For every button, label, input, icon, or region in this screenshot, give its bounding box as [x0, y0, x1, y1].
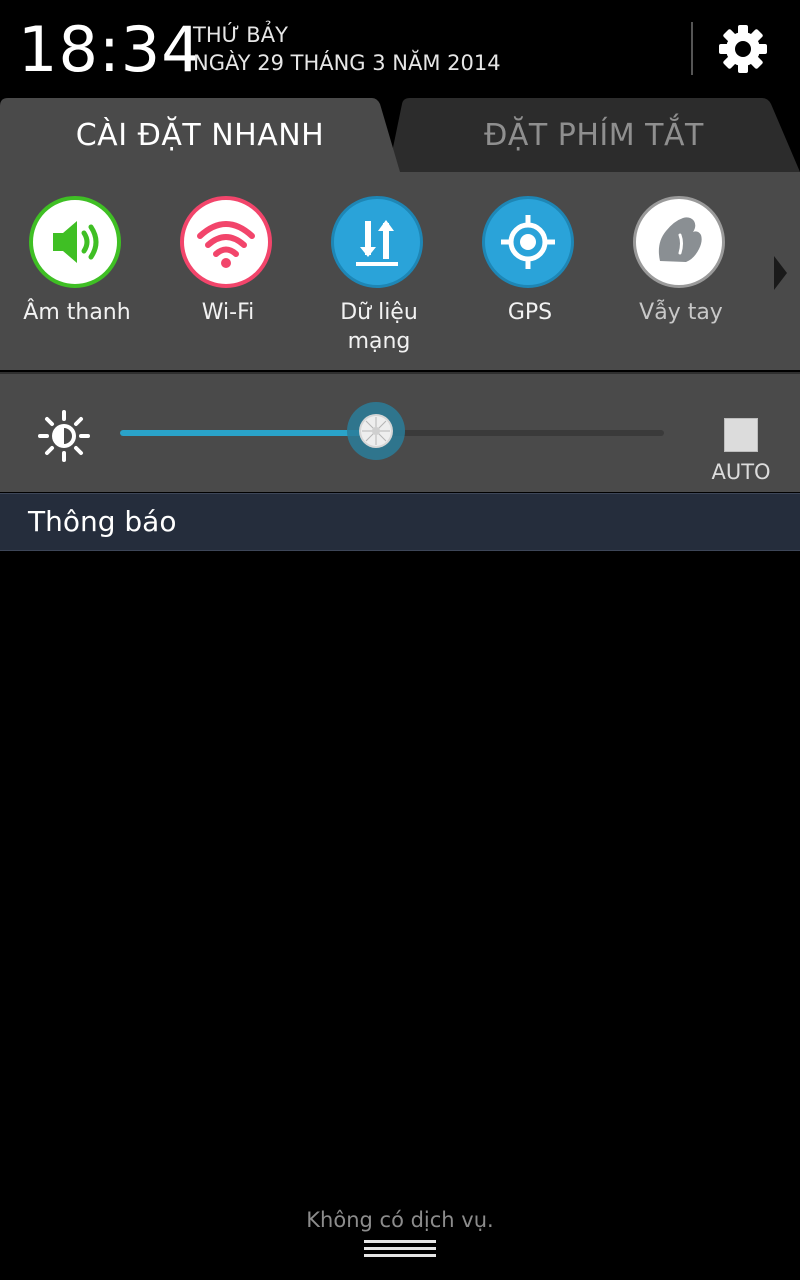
- day-of-week: THỨ BẢY: [193, 23, 288, 47]
- toggle-mobile-data[interactable]: Dữ liệu mạng: [304, 194, 454, 364]
- hand-wave-toggle-circle: [633, 196, 725, 288]
- toggle-gps[interactable]: GPS: [455, 194, 605, 364]
- mobile-data-label: Dữ liệu mạng: [304, 298, 454, 356]
- quick-settings-panel: Âm thanh Wi-Fi Dữ liệu mạng GPS Vẫy tay: [0, 172, 800, 370]
- mobile-data-toggle-circle: [331, 196, 423, 288]
- tab-shortcuts-label: ĐẶT PHÍM TẮT: [484, 117, 704, 153]
- mobile-data-label-line-1: Dữ liệu: [340, 300, 418, 325]
- drag-handle-line: [364, 1254, 436, 1257]
- brightness-slider-fill: [120, 430, 376, 436]
- auto-brightness-label: AUTO: [711, 460, 771, 484]
- tab-bar: ĐẶT PHÍM TẮT CÀI ĐẶT NHANH: [0, 98, 800, 172]
- notification-shade: 18:34 THỨ BẢY NGÀY 29 THÁNG 3 NĂM 2014 Đ…: [0, 0, 800, 1280]
- auto-brightness-checkbox[interactable]: [724, 418, 758, 452]
- brightness-sun-icon: [38, 410, 90, 462]
- drag-handle-line: [364, 1240, 436, 1243]
- tab-shortcuts[interactable]: ĐẶT PHÍM TẮT: [388, 98, 800, 172]
- wifi-icon: [197, 221, 255, 268]
- sound-toggle-circle: [29, 196, 121, 288]
- quick-settings-next-arrow-icon[interactable]: [774, 256, 787, 290]
- gps-icon: [501, 215, 555, 269]
- drag-handle-line: [364, 1247, 436, 1250]
- gps-label: GPS: [507, 300, 553, 325]
- gear-icon: [719, 25, 767, 73]
- speaker-icon: [53, 221, 99, 263]
- tab-quick-settings[interactable]: CÀI ĐẶT NHANH: [0, 98, 400, 172]
- notifications-header: Thông báo: [0, 493, 800, 551]
- brightness-panel: AUTO: [0, 372, 800, 492]
- drag-handle[interactable]: [364, 1240, 436, 1258]
- date: NGÀY 29 THÁNG 3 NĂM 2014: [193, 51, 501, 75]
- sound-label: Âm thanh: [23, 300, 131, 325]
- settings-button[interactable]: [712, 18, 774, 80]
- clock: 18:34: [18, 13, 202, 86]
- toggle-sound[interactable]: Âm thanh: [2, 194, 152, 364]
- hand-wave-label: Vẫy tay: [639, 300, 723, 325]
- hand-wave-icon: [658, 217, 702, 262]
- status-header: 18:34 THỨ BẢY NGÀY 29 THÁNG 3 NĂM 2014: [0, 0, 800, 98]
- wifi-label: Wi-Fi: [201, 300, 255, 325]
- toggle-hand-wave[interactable]: Vẫy tay: [606, 194, 756, 364]
- mobile-data-label-line-2: mạng: [347, 329, 411, 354]
- header-divider: [691, 22, 693, 75]
- tab-quick-settings-label: CÀI ĐẶT NHANH: [75, 117, 325, 153]
- carrier-status: Không có dịch vụ.: [306, 1208, 494, 1232]
- brightness-slider-thumb[interactable]: [346, 402, 405, 460]
- toggle-wifi[interactable]: Wi-Fi: [153, 194, 303, 364]
- notifications-title: Thông báo: [28, 505, 177, 538]
- mobile-data-icon: [356, 220, 398, 266]
- wifi-toggle-circle: [180, 196, 272, 288]
- gps-toggle-circle: [482, 196, 574, 288]
